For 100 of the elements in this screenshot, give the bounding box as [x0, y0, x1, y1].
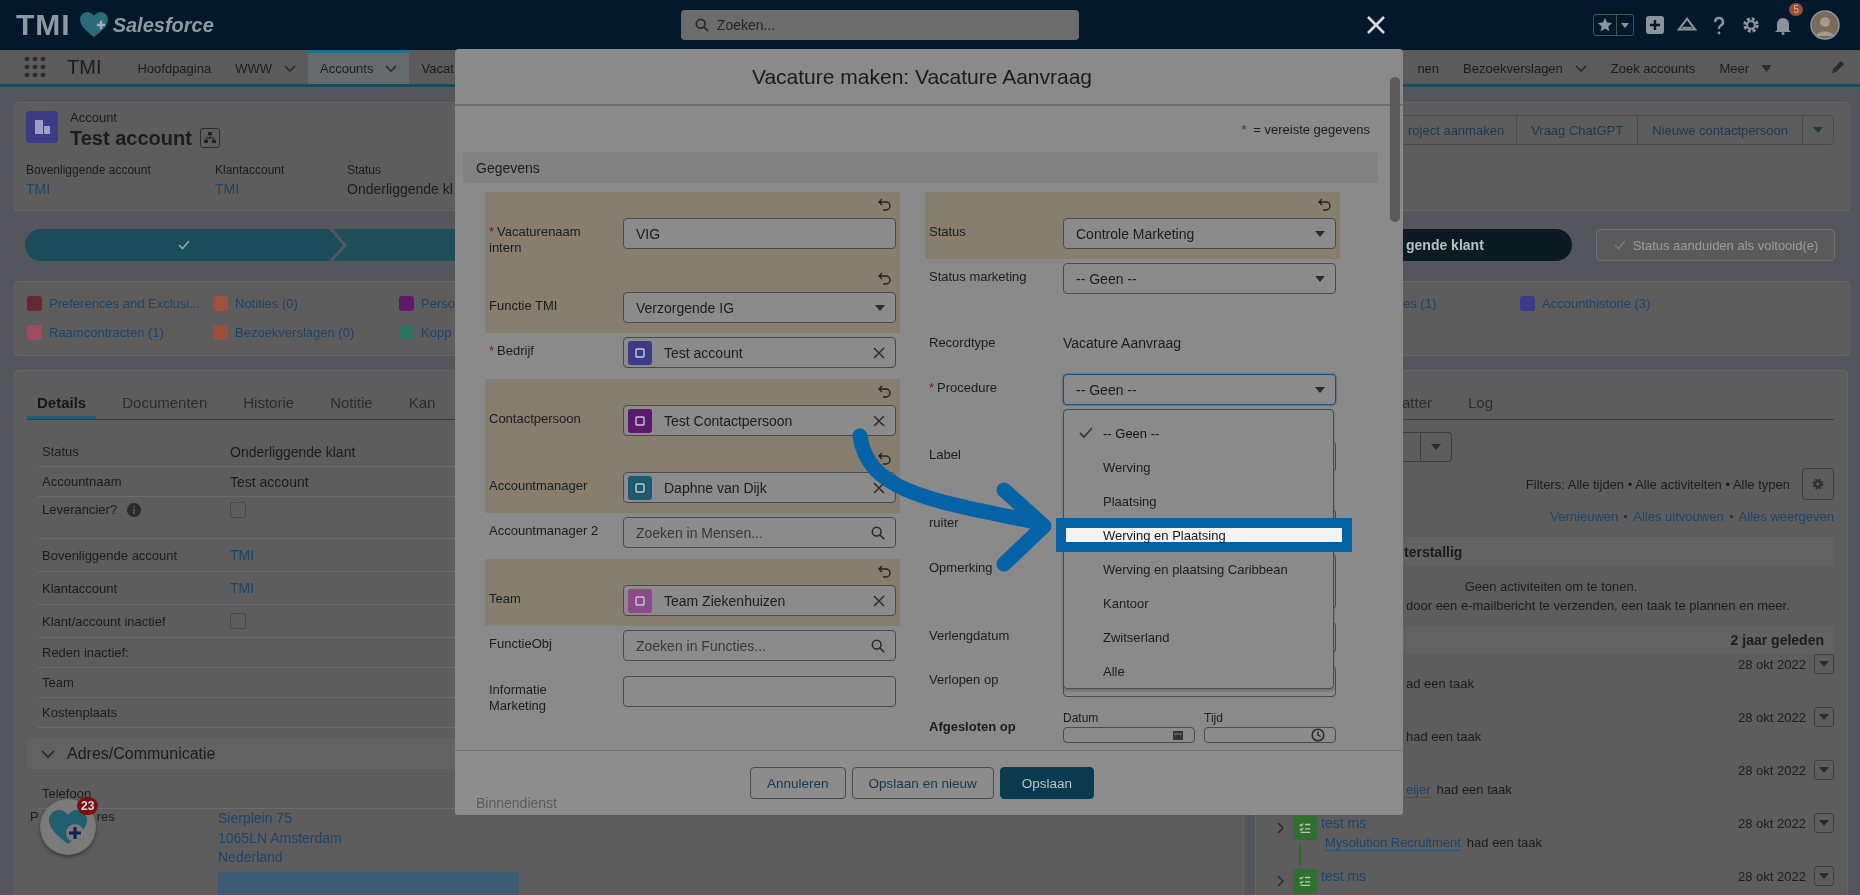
lookup-field[interactable]: Daphne van Dijk [623, 472, 896, 503]
dropdown-option[interactable]: Werving [1064, 457, 1333, 477]
search-field[interactable]: Zoeken in Functies... [623, 630, 896, 661]
related-list-link[interactable]: Raamcontracten (1) [49, 325, 164, 340]
dropdown-option[interactable]: Plaatsing [1064, 491, 1333, 511]
picklist[interactable]: -- Geen -- [1063, 263, 1336, 294]
field-label: ruiter [929, 514, 960, 531]
clear-icon[interactable] [873, 481, 885, 494]
field-label: * Bedrijf [489, 342, 535, 359]
nav-tab[interactable]: Vacat [409, 50, 466, 84]
record-link[interactable]: TMI [26, 178, 215, 200]
settings-button[interactable] [1740, 14, 1762, 36]
footer-button[interactable]: Opslaan en nieuw [851, 767, 994, 799]
more-menu[interactable]: Meer [1707, 50, 1784, 84]
field-label: Label [929, 446, 962, 463]
undo-icon[interactable] [1318, 197, 1332, 211]
calendar-icon[interactable] [1172, 729, 1184, 741]
input-field[interactable] [623, 676, 896, 707]
time-input[interactable] [1204, 727, 1336, 743]
task-link[interactable]: test ms [1321, 815, 1367, 831]
search-input[interactable]: Zoeken in Functies... [636, 637, 861, 654]
activity-text: had een taak [1466, 835, 1542, 850]
item-menu-button[interactable] [1814, 760, 1834, 780]
add-button[interactable] [1644, 14, 1666, 36]
activity-link[interactable]: Alles weergeven [1738, 509, 1834, 524]
caret-icon [1620, 20, 1630, 30]
highlighted-dropdown-option[interactable]: Werving en Plaatsing [1056, 518, 1352, 552]
undo-icon[interactable] [878, 197, 892, 211]
lookup-field[interactable]: Test account [623, 337, 896, 368]
dropdown-option[interactable]: -- Geen -- [1064, 423, 1333, 443]
field-label: Bovenliggende account [42, 547, 178, 563]
item-menu-button[interactable] [1814, 813, 1834, 833]
related-list-link[interactable]: Preferences and Exclusi... [49, 296, 201, 311]
text-input[interactable]: VIG [623, 218, 896, 249]
avatar-icon[interactable] [1810, 10, 1840, 40]
footer-button[interactable]: Annuleren [750, 767, 846, 799]
dropdown-option[interactable]: Werving en plaatsing Caribbean [1064, 559, 1333, 579]
clear-icon[interactable] [873, 414, 885, 427]
related-list-link[interactable]: Perso [421, 296, 455, 311]
record-link[interactable]: TMI [230, 580, 255, 596]
search-field[interactable]: Zoeken... [680, 10, 1079, 40]
undo-icon[interactable] [878, 451, 892, 465]
lookup-field[interactable]: Team Ziekenhuizen [623, 585, 896, 616]
tab[interactable]: Details [27, 389, 97, 419]
address-link[interactable]: Nederland [218, 848, 519, 868]
hierarchy-button[interactable] [199, 128, 220, 148]
nav-tab[interactable]: Hoofdpagina [125, 50, 224, 84]
related-list-link[interactable]: es (1) [1403, 296, 1437, 311]
action-button[interactable]: Vraag ChatGPT [1516, 115, 1639, 145]
close-button[interactable] [1365, 14, 1388, 36]
field-label: Datum [1063, 711, 1100, 725]
chevron-down-icon [385, 64, 398, 73]
search-field[interactable]: Zoeken in Mensen... [623, 517, 896, 548]
lookup-field[interactable]: Test Contactpersoon [623, 405, 896, 436]
favorites-button[interactable] [1593, 14, 1634, 36]
related-list-link[interactable]: Kopp [421, 325, 452, 340]
search-icon [871, 638, 885, 653]
nav-tab[interactable]: Accounts [308, 50, 410, 84]
item-menu-button[interactable] [1814, 707, 1834, 727]
date-input[interactable] [1063, 727, 1195, 743]
address-link[interactable]: 1065LN Amsterdam [218, 828, 519, 848]
related-list-link[interactable]: Accounthistorie (3) [1542, 296, 1651, 311]
undo-icon[interactable] [878, 271, 892, 285]
record-link[interactable]: TMI [215, 178, 347, 200]
chevron-right-icon[interactable] [1274, 875, 1286, 887]
activity-link[interactable]: Vernieuwen [1550, 509, 1619, 524]
nav-tab[interactable]: Zoek accounts [1598, 50, 1708, 84]
activity-link[interactable]: Alles uitvouwen [1633, 509, 1724, 524]
task-icon [1293, 816, 1317, 840]
address-link[interactable]: Sierplein 75 [218, 809, 519, 829]
action-button[interactable]: Nieuwe contactpersoon [1637, 115, 1803, 145]
item-menu-button[interactable] [1814, 654, 1834, 674]
nav-tab[interactable]: nen [1417, 50, 1452, 84]
user-link[interactable]: eijer [1406, 781, 1431, 798]
separator-dot [1729, 515, 1733, 518]
picklist[interactable]: Verzorgende IG [623, 292, 896, 323]
picklist[interactable]: Controle Marketing [1063, 218, 1336, 249]
clock-icon[interactable] [1311, 728, 1325, 742]
save-button[interactable]: Opslaan [999, 767, 1094, 799]
record-link[interactable]: TMI [230, 547, 255, 563]
nav-tab[interactable]: WWW [223, 50, 308, 84]
filter-settings-button[interactable] [1802, 468, 1834, 500]
undo-icon[interactable] [878, 384, 892, 398]
dropdown-button[interactable] [1421, 432, 1452, 462]
dropdown-option[interactable]: Zwitserland [1064, 627, 1333, 647]
user-link[interactable]: Mysolution Recruitment [1325, 834, 1461, 851]
dropdown-option[interactable]: Kantoor [1064, 593, 1333, 613]
chevron-right-icon[interactable] [1274, 822, 1286, 834]
picklist[interactable]: -- Geen -- [1063, 374, 1336, 405]
nav-tab[interactable]: Bezoekverslagen [1451, 50, 1599, 84]
search-input[interactable]: Zoeken in Mensen... [636, 524, 861, 541]
undo-icon[interactable] [878, 564, 892, 578]
task-link[interactable]: test ms [1321, 868, 1367, 884]
related-list-link[interactable]: Bezoekverslagen (0) [235, 325, 355, 340]
item-menu-button[interactable] [1814, 866, 1834, 886]
clear-icon[interactable] [873, 594, 885, 607]
dropdown-option[interactable]: Alle [1064, 661, 1333, 681]
empty-hint: door een e-mailbericht te verzenden, een taak te plannen en meer. [1405, 597, 1791, 615]
related-list-link[interactable]: Notities (0) [235, 296, 298, 311]
clear-icon[interactable] [873, 346, 885, 359]
